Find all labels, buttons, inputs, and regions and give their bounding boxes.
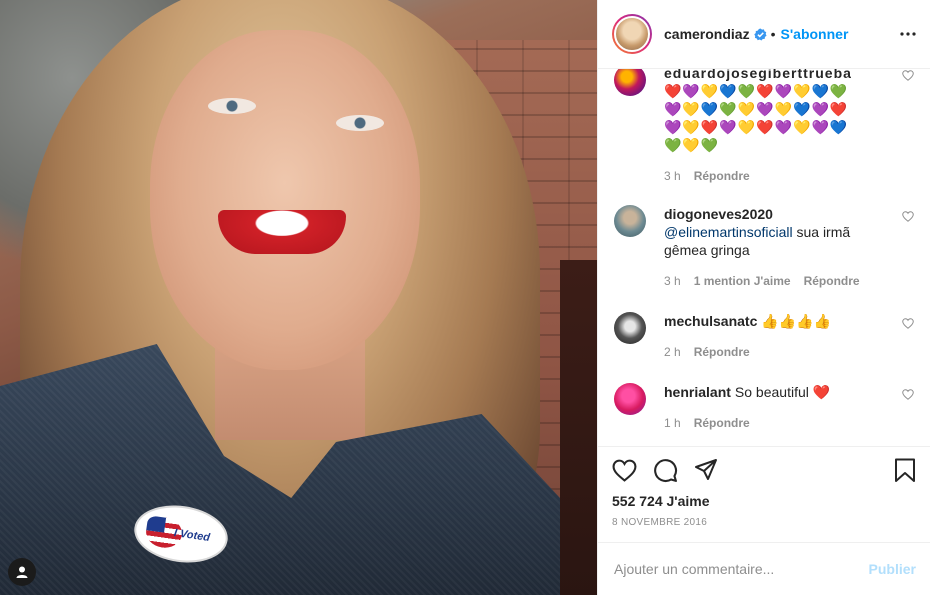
commenter-username[interactable]: henrialant: [664, 384, 731, 400]
comment-meta: 3 h Répondre: [664, 169, 890, 183]
comment-text: mechulsanatc 👍👍👍👍: [664, 312, 890, 330]
comment-content: ❤️💜💛💙💚❤️💜💛💙💚💜💛💙💚💛💜💛💙💜❤️💜💛❤️💜💛❤️💜💛💜💙💚💛💚: [664, 83, 849, 153]
comment-heart-icon[interactable]: [902, 69, 914, 84]
comment-time: 3 h: [664, 169, 681, 183]
comment-item: diogoneves2020 @elinemartinsoficiall sua…: [614, 205, 914, 288]
comment-item: mechulsanatc 👍👍👍👍 2 h Répondre: [614, 312, 914, 359]
comment-time: 2 h: [664, 345, 681, 359]
commenter-avatar[interactable]: [614, 383, 646, 415]
comment-text: eduardojosegiberttrueba ❤️💜💛💙💚❤️💜💛💙💚💜💛💙💚💛…: [664, 69, 864, 154]
comment-meta: 1 h Répondre: [664, 416, 890, 430]
comment-item: eduardojosegiberttrueba ❤️💜💛💙💚❤️💜💛💙💚💜💛💙💚💛…: [614, 69, 914, 183]
comment-meta: 2 h Répondre: [664, 345, 890, 359]
follow-button[interactable]: S'abonner: [781, 26, 849, 42]
user-tag-icon[interactable]: [8, 558, 36, 586]
comment-time: 1 h: [664, 416, 681, 430]
reply-button[interactable]: Répondre: [804, 274, 860, 288]
photo-eye-left: [208, 98, 256, 114]
post-header: camerondiaz • S'abonner: [598, 0, 930, 69]
comment-heart-icon[interactable]: [902, 209, 914, 225]
comment-input[interactable]: [614, 561, 869, 577]
comment-time: 3 h: [664, 274, 681, 288]
comments-list[interactable]: eduardojosegiberttrueba ❤️💜💛💙💚❤️💜💛💙💚💜💛💙💚💛…: [598, 69, 930, 446]
comment-item: henrialant So beautiful ❤️ 1 h Répondre: [614, 383, 914, 430]
comment-meta: 3 h 1 mention J'aime Répondre: [664, 274, 890, 288]
commenter-avatar[interactable]: [614, 312, 646, 344]
comment-heart-icon[interactable]: [902, 387, 914, 403]
post-photo[interactable]: I Voted: [0, 0, 597, 595]
commenter-username[interactable]: eduardojosegiberttrueba: [664, 69, 852, 81]
post-sidebar: camerondiaz • S'abonner eduardojosegiber…: [597, 0, 930, 595]
verified-badge-icon: [753, 27, 767, 41]
bookmark-icon[interactable]: [894, 458, 916, 483]
commenter-username[interactable]: diogoneves2020: [664, 206, 773, 222]
add-comment-bar: Publier: [598, 542, 930, 595]
photo-door: [560, 260, 597, 595]
reply-button[interactable]: Répondre: [694, 169, 750, 183]
likes-count[interactable]: 552 724 J'aime: [612, 493, 916, 509]
more-options-icon[interactable]: [900, 32, 916, 36]
action-bar: [612, 457, 916, 483]
heart-icon[interactable]: [612, 459, 637, 482]
publish-button[interactable]: Publier: [869, 561, 916, 577]
reply-button[interactable]: Répondre: [694, 345, 750, 359]
commenter-avatar[interactable]: [614, 205, 646, 237]
photo-lips: [218, 210, 346, 254]
instagram-post: I Voted camerondiaz • S'abonner eduardoj…: [0, 0, 930, 595]
reply-button[interactable]: Répondre: [694, 416, 750, 430]
commenter-username[interactable]: mechulsanatc: [664, 313, 757, 329]
comment-text: henrialant So beautiful ❤️: [664, 383, 890, 401]
comment-icon[interactable]: [653, 458, 678, 483]
comment-content: So beautiful ❤️: [734, 384, 831, 400]
comment-content: 👍👍👍👍: [761, 313, 832, 329]
header-separator: •: [770, 26, 776, 42]
photo-face: [150, 30, 420, 370]
post-date[interactable]: 8 NOVEMBRE 2016: [612, 517, 916, 528]
comment-heart-icon[interactable]: [902, 316, 914, 332]
author-avatar[interactable]: [612, 14, 652, 54]
author-username[interactable]: camerondiaz: [664, 26, 750, 42]
share-icon[interactable]: [694, 458, 718, 482]
photo-eye-right: [336, 115, 384, 131]
comment-text: diogoneves2020 @elinemartinsoficiall sua…: [664, 205, 890, 259]
commenter-avatar[interactable]: [614, 69, 646, 96]
comment-mention[interactable]: @elinemartinsoficiall: [664, 224, 793, 240]
post-actions: 552 724 J'aime 8 NOVEMBRE 2016: [598, 446, 930, 528]
comment-likes[interactable]: 1 mention J'aime: [694, 274, 791, 288]
